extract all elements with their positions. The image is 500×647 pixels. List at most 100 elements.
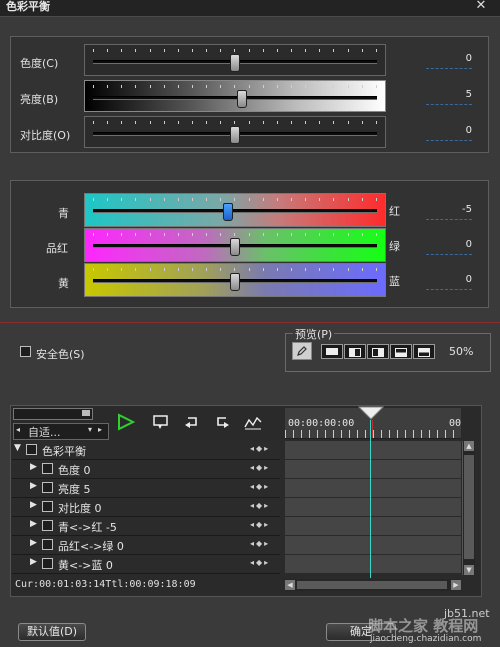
pencil-icon: [297, 346, 307, 356]
tree-label: 黄<->蓝 0: [58, 559, 113, 572]
close-button[interactable]: ✕: [468, 0, 494, 14]
tree-checkbox[interactable]: [42, 520, 53, 531]
keyframe-nav-icon[interactable]: ◂◆▸: [250, 463, 270, 472]
contrast-slider[interactable]: [84, 116, 386, 148]
tree-label: 亮度 5: [58, 483, 91, 496]
pencil-button[interactable]: [292, 342, 312, 360]
preview-split-right-button[interactable]: [367, 344, 389, 359]
magenta-green-value[interactable]: 0: [426, 238, 472, 255]
tree-row-hue[interactable]: ▶ 色度 0 ◂◆▸: [12, 460, 280, 479]
timeline-row[interactable]: [285, 498, 461, 517]
timeline-vscroll[interactable]: ▲ ▼: [462, 441, 475, 575]
timeline-row[interactable]: [285, 536, 461, 555]
preview-split-left-button[interactable]: [344, 344, 366, 359]
red-label: 红: [389, 205, 400, 218]
scroll-down-icon[interactable]: ▼: [464, 565, 474, 575]
safe-color-label: 安全色(S): [36, 348, 85, 361]
tree-checkbox[interactable]: [26, 444, 37, 455]
magenta-green-slider[interactable]: [84, 228, 386, 262]
scroll-left-icon[interactable]: ◀: [285, 580, 295, 590]
timeline-row[interactable]: [285, 441, 461, 460]
mini-zoom-thumb[interactable]: [82, 410, 90, 416]
brightness-label: 亮度(B): [20, 93, 59, 106]
tree-row-yellow-blue[interactable]: ▶ 黄<->蓝 0 ◂◆▸: [12, 555, 280, 574]
timeline-row[interactable]: [285, 460, 461, 479]
tree-row-color-balance[interactable]: ▼ 色彩平衡 ◂◆▸: [12, 441, 280, 460]
preview-split-bottom-button[interactable]: [413, 344, 435, 359]
mini-zoom-slider[interactable]: [13, 408, 93, 420]
default-button[interactable]: 默认值(D): [18, 623, 86, 641]
tree-checkbox[interactable]: [42, 539, 53, 550]
collapse-icon[interactable]: ▶: [30, 481, 37, 491]
ruler-start-label: 00:00:00:00: [288, 418, 355, 429]
loop-icon[interactable]: [151, 413, 171, 431]
play-icon[interactable]: [116, 413, 136, 431]
cyan-red-thumb[interactable]: [222, 203, 233, 221]
timeline-hscroll[interactable]: ◀ ▶: [285, 579, 461, 591]
playhead-hairline: [372, 420, 373, 438]
tree-row-brightness[interactable]: ▶ 亮度 5 ◂◆▸: [12, 479, 280, 498]
collapse-icon[interactable]: ▶: [30, 538, 37, 548]
cyan-red-track: [93, 209, 377, 213]
mode-selector[interactable]: ◂ 自适... ▾ ▸: [13, 423, 109, 440]
green-label: 绿: [389, 240, 400, 253]
keyframe-nav-icon[interactable]: ◂◆▸: [250, 558, 270, 567]
scroll-up-icon[interactable]: ▲: [464, 441, 474, 451]
collapse-icon[interactable]: ▶: [30, 462, 37, 472]
cyan-red-value[interactable]: -5: [426, 203, 472, 220]
tree-checkbox[interactable]: [42, 558, 53, 569]
yellow-blue-thumb[interactable]: [230, 273, 240, 291]
watermark-url: jiaocheng.chazidian.com: [370, 634, 482, 644]
cyan-red-slider[interactable]: [84, 193, 386, 227]
contrast-thumb[interactable]: [230, 126, 240, 144]
keyframe-nav-icon[interactable]: ◂◆▸: [250, 539, 270, 548]
timeline-row[interactable]: [285, 555, 461, 574]
keyframe-nav-icon[interactable]: ◂◆▸: [250, 520, 270, 529]
preview-full-button[interactable]: [321, 344, 343, 359]
tree-row-magenta-green[interactable]: ▶ 品红<->绿 0 ◂◆▸: [12, 536, 280, 555]
hue-thumb[interactable]: [230, 54, 240, 72]
brightness-ticks: [93, 85, 377, 91]
scroll-right-icon[interactable]: ▶: [451, 580, 461, 590]
brightness-slider[interactable]: [84, 80, 386, 112]
keyframe-nav-icon[interactable]: ◂◆▸: [250, 444, 270, 453]
mode-prev-icon[interactable]: ◂: [16, 425, 20, 434]
blue-label: 蓝: [389, 275, 400, 288]
playhead-marker[interactable]: [358, 406, 384, 420]
cyan-red-ticks: [93, 198, 377, 204]
curve-icon[interactable]: [243, 413, 263, 431]
safe-color-checkbox[interactable]: [20, 346, 31, 357]
keyframe-nav-icon[interactable]: ◂◆▸: [250, 501, 270, 510]
hscroll-thumb[interactable]: [297, 581, 447, 589]
collapse-icon[interactable]: ▶: [30, 500, 37, 510]
tree-row-cyan-red[interactable]: ▶ 青<->红 -5 ◂◆▸: [12, 517, 280, 536]
timecode-status: Cur:00:01:03:14Ttl:00:09:18:09: [15, 579, 196, 590]
tree-row-contrast[interactable]: ▶ 对比度 0 ◂◆▸: [12, 498, 280, 517]
preview-split-top-button[interactable]: [390, 344, 412, 359]
yellow-blue-slider[interactable]: [84, 263, 386, 297]
collapse-icon[interactable]: ▶: [30, 557, 37, 567]
expand-icon[interactable]: ▼: [14, 443, 21, 453]
brightness-value[interactable]: 5: [426, 88, 472, 105]
tree-label: 色彩平衡: [42, 445, 86, 458]
tree-checkbox[interactable]: [42, 482, 53, 493]
magenta-green-thumb[interactable]: [230, 238, 240, 256]
hue-label: 色度(C): [20, 57, 59, 70]
vscroll-thumb[interactable]: [464, 455, 474, 559]
mode-next-icon[interactable]: ▸: [98, 425, 102, 434]
hue-slider[interactable]: [84, 44, 386, 76]
tree-checkbox[interactable]: [42, 501, 53, 512]
yellow-blue-value[interactable]: 0: [426, 273, 472, 290]
contrast-label: 对比度(O): [20, 129, 71, 142]
timeline-row[interactable]: [285, 517, 461, 536]
timeline-row[interactable]: [285, 479, 461, 498]
mode-dropdown-icon[interactable]: ▾: [88, 425, 92, 434]
redo-icon[interactable]: [212, 413, 232, 431]
keyframe-nav-icon[interactable]: ◂◆▸: [250, 482, 270, 491]
brightness-thumb[interactable]: [237, 90, 248, 108]
hue-value[interactable]: 0: [426, 52, 472, 69]
undo-icon[interactable]: [182, 413, 202, 431]
tree-checkbox[interactable]: [42, 463, 53, 474]
collapse-icon[interactable]: ▶: [30, 519, 37, 529]
contrast-value[interactable]: 0: [426, 124, 472, 141]
